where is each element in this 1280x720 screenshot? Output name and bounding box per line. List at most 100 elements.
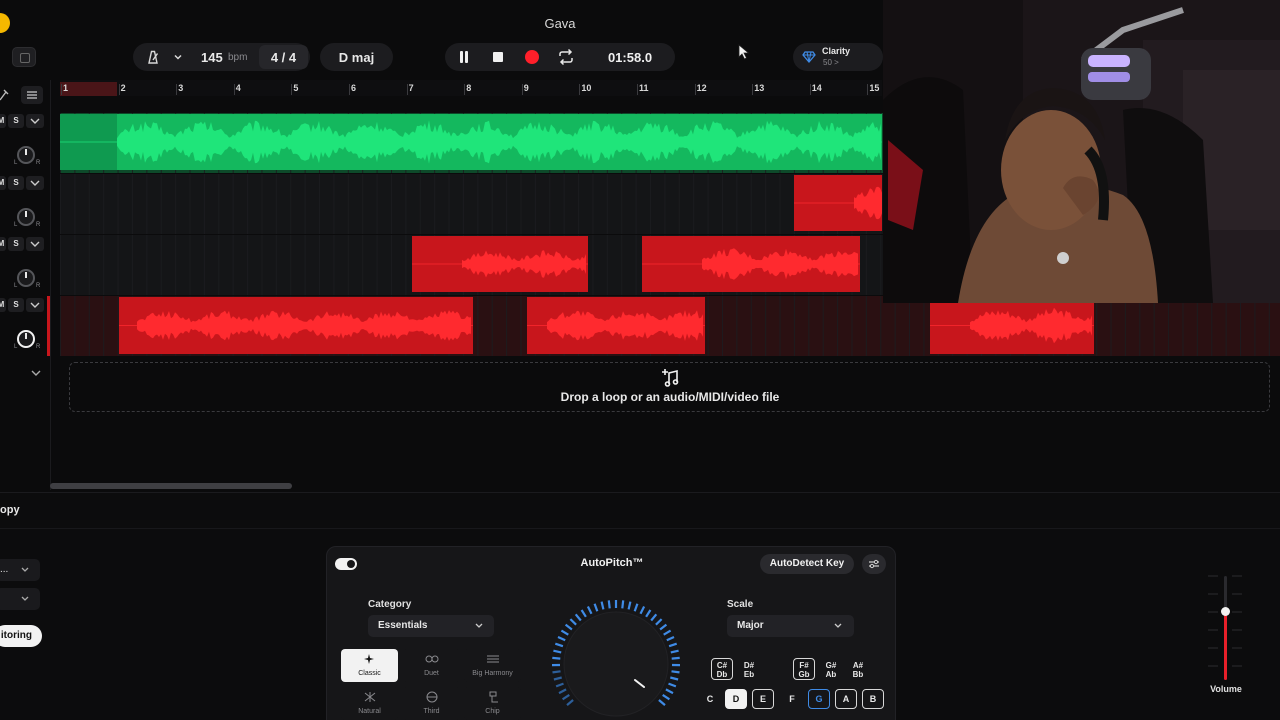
key-a-sharp[interactable]: A# Bb — [847, 658, 869, 680]
track-menu-chevron-icon[interactable] — [26, 114, 44, 128]
loop-icon[interactable] — [555, 46, 577, 68]
dial-tick — [668, 642, 678, 648]
audio-clip[interactable] — [930, 297, 1094, 354]
ruler-bar-label: 14 — [811, 83, 822, 93]
key-bottom: Db — [716, 670, 728, 679]
solo-button[interactable]: S — [8, 176, 24, 190]
key-c[interactable]: C — [699, 689, 721, 709]
pause-button[interactable] — [453, 46, 475, 68]
tempo-value[interactable]: 145 — [201, 50, 223, 65]
chevron-down-icon — [21, 567, 29, 572]
sidebar-toggle-button[interactable] — [12, 47, 36, 67]
ruler-tick — [579, 84, 581, 95]
audio-clip[interactable] — [642, 236, 860, 292]
mute-button[interactable]: M — [0, 114, 6, 128]
record-button[interactable] — [521, 46, 543, 68]
audio-clip[interactable] — [119, 297, 473, 354]
dial-tick — [627, 601, 632, 610]
time-display: 01:58.0 — [607, 50, 653, 65]
ruler-bar-label: 2 — [120, 83, 126, 93]
category-select[interactable]: Essentials — [368, 615, 494, 637]
solo-button[interactable]: S — [8, 114, 24, 128]
clip-waveform — [794, 186, 882, 220]
ruler-tick — [752, 84, 754, 95]
category-third[interactable]: Third — [403, 687, 460, 720]
category-duet[interactable]: Duet — [403, 649, 460, 682]
pan-knob[interactable] — [17, 269, 35, 287]
scale-select[interactable]: Major — [727, 615, 854, 637]
key-b[interactable]: B — [862, 689, 884, 709]
category-natural[interactable]: Natural — [341, 687, 398, 720]
panel-title: opy — [0, 504, 20, 516]
ruler-bar-label: 1 — [63, 83, 69, 93]
key-top: G# — [825, 661, 837, 670]
key-g[interactable]: G — [808, 689, 830, 709]
pan-knob[interactable] — [17, 208, 35, 226]
mute-button[interactable]: M — [0, 237, 6, 251]
scale-label: Scale — [727, 599, 754, 610]
tool-icon[interactable] — [0, 88, 10, 102]
dial-tick — [566, 699, 574, 706]
clip-waveform — [60, 120, 882, 164]
track-menu-chevron-icon[interactable] — [26, 237, 44, 251]
pan-knob[interactable] — [17, 146, 35, 164]
autodetect-key-button[interactable]: AutoDetect Key — [760, 554, 854, 574]
audio-clip[interactable] — [794, 175, 882, 231]
key-f-sharp[interactable]: F# Gb — [793, 658, 815, 680]
clarity-value: 50 > — [823, 58, 839, 67]
sparkle-icon — [364, 654, 374, 664]
key-a[interactable]: A — [835, 689, 857, 709]
category-classic[interactable]: Classic — [341, 649, 398, 682]
key-top: C# — [716, 661, 728, 670]
category-label-text: Classic — [358, 670, 381, 677]
key-c-sharp[interactable]: C# Db — [711, 658, 733, 680]
music-note-plus-icon — [662, 369, 679, 387]
metronome-chevron-down-icon[interactable] — [173, 52, 183, 62]
loop-region[interactable] — [60, 82, 117, 96]
ruler-tick — [809, 84, 811, 95]
horizontal-scrollbar[interactable] — [50, 483, 292, 489]
dial-tick — [553, 676, 562, 681]
stop-button[interactable] — [487, 46, 509, 68]
dial-tick — [650, 613, 658, 622]
key-d-sharp[interactable]: D# Eb — [738, 658, 760, 680]
solo-button[interactable]: S — [8, 298, 24, 312]
header-divider — [50, 80, 51, 490]
track-menu-chevron-icon[interactable] — [26, 176, 44, 190]
volume-slider-thumb[interactable] — [1221, 607, 1230, 616]
panel-divider — [0, 528, 1280, 529]
monitoring-button[interactable]: itoring — [0, 625, 42, 647]
track-settings-button[interactable] — [21, 86, 43, 104]
audio-clip[interactable] — [527, 297, 705, 354]
project-title: Gava — [544, 16, 576, 31]
pan-knob[interactable] — [17, 330, 35, 348]
pan-right-label: R — [36, 222, 41, 228]
category-chip[interactable]: Chip — [464, 687, 521, 720]
metronome-icon[interactable] — [145, 49, 161, 65]
key-d[interactable]: D — [725, 689, 747, 709]
mute-button[interactable]: M — [0, 176, 6, 190]
dial-tick — [569, 618, 577, 626]
dial-tick — [564, 623, 573, 631]
category-big-harmony[interactable]: Big Harmony — [464, 649, 521, 682]
autopitch-toggle[interactable] — [335, 558, 357, 570]
add-track-chevron-icon[interactable] — [30, 368, 42, 378]
key-g-sharp[interactable]: G# Ab — [820, 658, 842, 680]
output-select[interactable] — [0, 588, 40, 610]
key-f[interactable]: F — [781, 689, 803, 709]
dial-tick — [633, 603, 639, 612]
solo-button[interactable]: S — [8, 237, 24, 251]
audio-clip[interactable] — [412, 236, 588, 292]
pan-left-label: L — [14, 283, 18, 289]
dial-tick — [621, 600, 625, 609]
clip-waveform — [527, 310, 705, 341]
input-select[interactable]: ... — [0, 559, 40, 581]
key-e[interactable]: E — [752, 689, 774, 709]
autopitch-settings-button[interactable] — [862, 554, 886, 574]
audio-clip[interactable] — [60, 114, 882, 170]
clip-waveform — [642, 248, 860, 280]
track-menu-chevron-icon[interactable] — [26, 298, 44, 312]
ruler-bar-label: 8 — [466, 83, 472, 93]
autopitch-amount-dial[interactable] — [548, 600, 684, 720]
mute-button[interactable]: M — [0, 298, 6, 312]
